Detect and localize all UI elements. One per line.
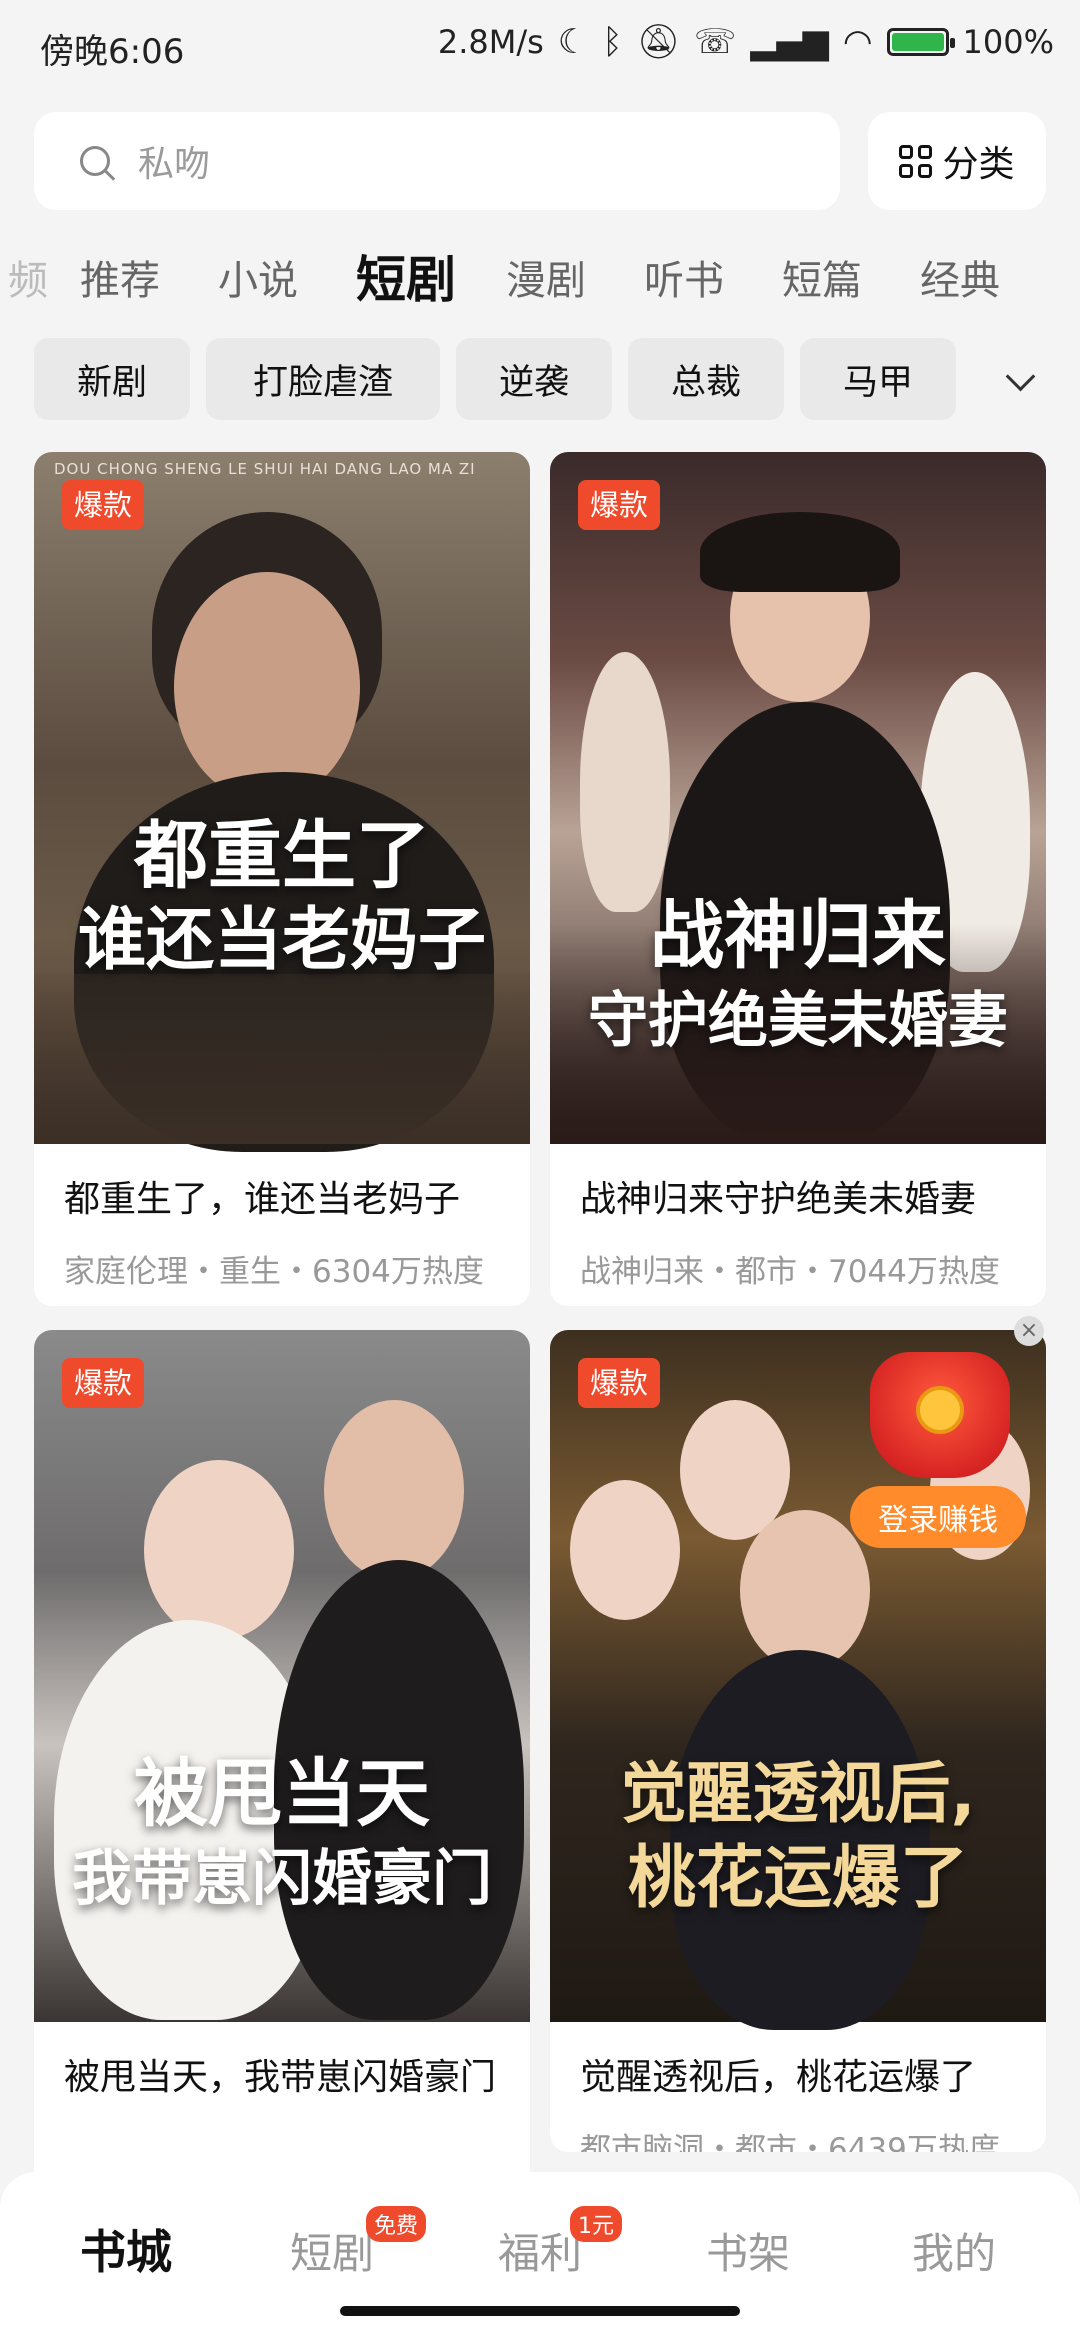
poster-image: 战神归来 守护绝美未婚妻 爆款 [550,452,1046,1144]
poster-title: 战神归来 守护绝美未婚妻 [588,893,1008,1056]
tab-classic[interactable]: 经典 [920,248,1000,306]
tab-partial[interactable]: 频 [8,248,48,306]
card-meta: 家庭伦理・重生・6304万热度 [64,1254,484,1290]
poster-scene [34,974,530,1144]
login-earn-button[interactable]: 登录赚钱 [850,1486,1026,1548]
bluetooth-icon: ᛒ [602,22,623,62]
search-bar[interactable]: 私吻 [34,112,840,210]
card-meta: 都市脑洞・都市・6439万热度 [580,2132,1000,2152]
battery-percent: 100% [962,23,1054,61]
drama-card[interactable]: 战神归来 守护绝美未婚妻 爆款 战神归来守护绝美未婚妻 战神归来・都市・7044… [550,452,1046,1306]
poster-title: 觉醒透视后, 桃花运爆了 [620,1755,976,1918]
wifi-icon: ◠ [842,22,873,62]
mute-bell-icon: 🔕︎ [636,22,680,62]
figure-left [580,652,670,912]
battery-icon [886,28,955,56]
search-icon [80,146,110,176]
free-badge: 免费 [366,2206,427,2242]
groom-face [324,1400,464,1580]
signal-icon: ▂▄▆ [750,22,829,62]
status-bar: 傍晚6:06 2.8M/s ☾ ᛒ 🔕︎ ☏ ▂▄▆ ◠ 100% [0,0,1080,92]
poster-image: 被甩当天 我带崽闪婚豪门 爆款 [34,1330,530,2022]
network-speed: 2.8M/s [437,23,544,61]
hot-badge: 爆款 [578,480,661,530]
grid-icon [899,144,933,178]
card-title[interactable]: 都重生了，谁还当老妈子 [64,1174,506,1226]
tab-novel[interactable]: 小说 [218,248,298,306]
tab-recommend[interactable]: 推荐 [80,248,160,306]
moon-icon: ☾ [557,22,589,62]
drama-card[interactable]: DOU CHONG SHENG LE SHUI HAI DANG LAO MA … [34,452,530,1306]
tab-audiobook[interactable]: 听书 [644,248,724,306]
poster-title: 都重生了 谁还当老妈子 [77,813,486,980]
nav-bookstore[interactable]: 书城 [80,2216,172,2282]
search-placeholder: 私吻 [138,144,211,185]
figure-hair [700,512,900,592]
chip-hidden-identity[interactable]: 马甲 [800,338,956,420]
card-title[interactable]: 觉醒透视后，桃花运爆了 [580,2052,1022,2104]
chip-new[interactable]: 新剧 [34,338,190,420]
nav-welfare[interactable]: 福利 1元 [498,2206,622,2281]
bride-face [144,1460,294,1640]
card-meta: 战神归来・都市・7044万热度 [580,1254,1000,1290]
tab-short-drama[interactable]: 短剧 [356,240,456,312]
tab-comic-drama[interactable]: 漫剧 [506,248,586,306]
close-icon[interactable]: × [1014,1316,1044,1346]
poster-title: 被甩当天 我带崽闪婚豪门 [72,1751,492,1914]
hot-badge: 爆款 [62,1358,145,1408]
nav-short-drama[interactable]: 短剧 免费 [290,2206,427,2281]
category-button[interactable]: 分类 [868,112,1046,210]
chip-ceo[interactable]: 总裁 [628,338,784,420]
figure-face-left [570,1480,680,1620]
hotspot-icon: ☏ [693,22,737,62]
hot-badge: 爆款 [578,1358,661,1408]
chip-comeback[interactable]: 逆袭 [456,338,612,420]
tab-short-story[interactable]: 短篇 [782,248,862,306]
nav-profile[interactable]: 我的 [912,2220,996,2281]
poster-image: DOU CHONG SHENG LE SHUI HAI DANG LAO MA … [34,452,530,1152]
drama-card[interactable]: 被甩当天 我带崽闪婚豪门 爆款 被甩当天，我带崽闪婚豪门 [34,1330,530,2190]
channel-tabs: 频 推荐 小说 短剧 漫剧 听书 短篇 经典 [0,240,1080,310]
chevron-down-icon[interactable] [1005,361,1036,392]
status-time: 傍晚6:06 [40,32,185,72]
figure-face [174,572,360,802]
status-icons: 2.8M/s ☾ ᛒ 🔕︎ ☏ ▂▄▆ ◠ 100% [438,22,1054,62]
red-envelope-icon[interactable] [870,1352,1010,1478]
nav-bookshelf[interactable]: 书架 [706,2220,790,2281]
card-title[interactable]: 被甩当天，我带崽闪婚豪门 [64,2052,506,2104]
one-yuan-badge: 1元 [570,2206,622,2242]
figure-face-center [740,1510,870,1670]
category-label: 分类 [942,144,1015,185]
chip-face-slap[interactable]: 打脸虐渣 [206,338,440,420]
card-title[interactable]: 战神归来守护绝美未婚妻 [580,1174,1022,1226]
poster-caption: DOU CHONG SHENG LE SHUI HAI DANG LAO MA … [54,460,476,478]
hot-badge: 爆款 [62,480,145,530]
home-indicator[interactable] [340,2306,740,2316]
